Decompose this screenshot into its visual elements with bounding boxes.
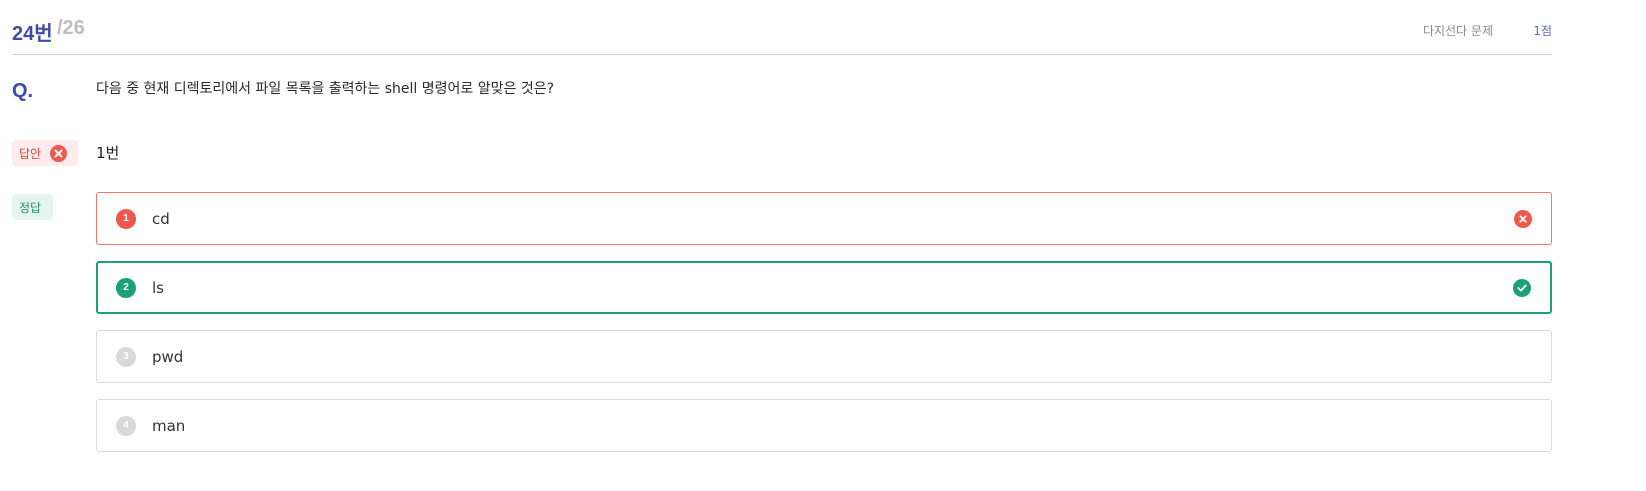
option-label: ls bbox=[152, 278, 164, 297]
option-1[interactable]: 1 cd bbox=[96, 192, 1552, 245]
question-mark: Q. bbox=[12, 80, 34, 102]
option-label: cd bbox=[152, 209, 170, 228]
wrong-icon bbox=[50, 144, 68, 162]
correct-answer-badge: 정답 bbox=[12, 194, 53, 220]
option-2[interactable]: 2 ls bbox=[96, 261, 1552, 314]
option-number-badge: 4 bbox=[116, 415, 136, 436]
question-text: 다음 중 현재 디렉토리에서 파일 목록을 출력하는 shell 명령어로 알맞… bbox=[96, 81, 555, 97]
option-label: man bbox=[152, 416, 186, 435]
option-number-badge: 3 bbox=[116, 346, 136, 367]
question-points: 1점 bbox=[1533, 24, 1552, 38]
option-3[interactable]: 3 pwd bbox=[96, 330, 1552, 383]
user-answer-value: 1번 bbox=[96, 144, 120, 162]
wrong-icon bbox=[1514, 209, 1532, 228]
question-total: /26 bbox=[57, 17, 85, 39]
question-number: 24번 bbox=[12, 23, 53, 45]
option-label: pwd bbox=[152, 347, 184, 366]
option-4[interactable]: 4 man bbox=[96, 399, 1552, 452]
check-icon bbox=[1513, 278, 1531, 297]
question-type: 다지선다 문제 bbox=[1422, 24, 1493, 38]
correct-answer-badge-label: 정답 bbox=[19, 200, 42, 215]
question-header: 24번 /26 다지선다 문제 1점 bbox=[12, 0, 1552, 55]
option-number-badge: 1 bbox=[116, 208, 136, 229]
option-number-badge: 2 bbox=[116, 277, 136, 298]
user-answer-badge-label: 답안 bbox=[19, 146, 42, 161]
user-answer-badge: 답안 bbox=[12, 140, 78, 166]
